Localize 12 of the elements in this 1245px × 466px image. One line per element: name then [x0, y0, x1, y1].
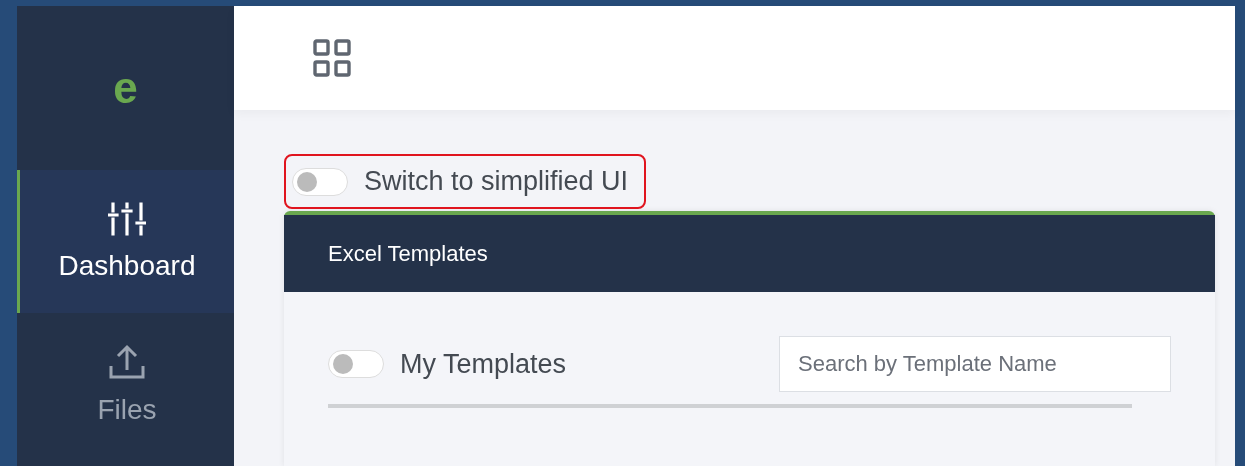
grid-icon[interactable]: [313, 39, 351, 77]
logo: e: [113, 63, 138, 113]
toggle-label: Switch to simplified UI: [364, 166, 629, 197]
nav-item[interactable]: Dashboard: [17, 170, 234, 313]
nav-item[interactable]: Files: [17, 313, 234, 456]
toggle-label: My Templates: [400, 348, 567, 380]
toggle-switch[interactable]: [292, 167, 348, 196]
toggle-switch[interactable]: [328, 350, 384, 378]
upload-icon: [109, 343, 145, 380]
search-field[interactable]: Search by Template Name: [779, 336, 1171, 392]
card-title: Excel Templates: [328, 240, 488, 267]
sliders-icon: [108, 201, 146, 236]
